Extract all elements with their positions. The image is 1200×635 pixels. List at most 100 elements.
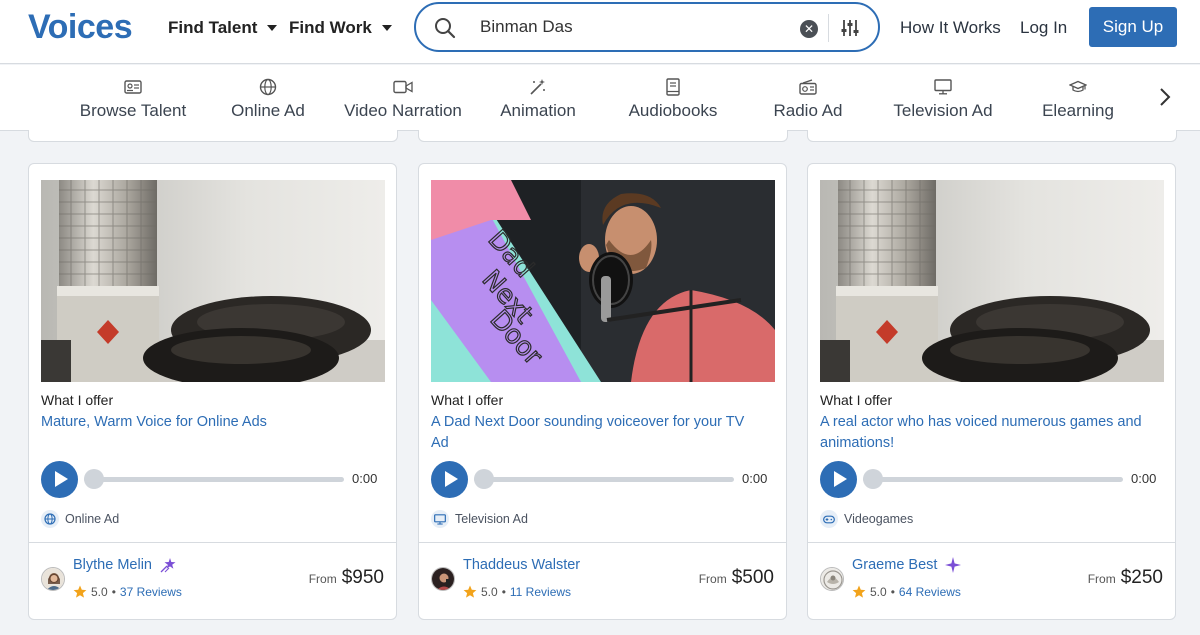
audio-progress-track[interactable] — [84, 477, 344, 482]
price-value: $500 — [731, 567, 774, 588]
audio-time: 0:00 — [1131, 471, 1157, 486]
category-tag-label: Online Ad — [65, 512, 120, 526]
rating: 5.0 • 11 Reviews — [463, 585, 571, 599]
rating-value: 5.0 — [481, 585, 498, 599]
card-divider — [808, 542, 1175, 543]
avatar[interactable] — [820, 567, 844, 591]
talent-name: Graeme Best — [852, 557, 938, 573]
search-bar: ✕ — [414, 2, 880, 52]
sign-up-button[interactable]: Sign Up — [1089, 7, 1177, 47]
category-label: Browse Talent — [79, 101, 187, 120]
rating-separator: • — [111, 585, 116, 599]
log-in-link[interactable]: Log In — [1020, 18, 1067, 38]
shooting-star-icon — [160, 558, 176, 573]
category-browse-talent[interactable]: Browse Talent — [63, 77, 203, 121]
price: From $250 — [1088, 567, 1163, 589]
price-value: $250 — [1120, 567, 1163, 588]
avatar[interactable] — [41, 567, 65, 591]
category-label: Video Narration — [344, 101, 462, 120]
dad-next-door-thumbnail[interactable]: Dad Next Door — [431, 180, 775, 382]
talent-name-link[interactable]: Graeme Best — [852, 557, 962, 573]
find-talent-label: Find Talent — [168, 18, 258, 37]
avatar[interactable] — [431, 567, 455, 591]
monitor-icon — [873, 77, 1013, 97]
how-it-works-link[interactable]: How It Works — [900, 18, 1001, 38]
category-audiobooks[interactable]: Audiobooks — [603, 77, 743, 121]
graduation-cap-icon — [1008, 77, 1148, 97]
rating-separator: • — [501, 585, 506, 599]
talent-card[interactable]: What I offer Mature, Warm Voice for Onli… — [28, 163, 397, 620]
category-tag-label: Television Ad — [455, 512, 528, 526]
category-tag: Videogames — [820, 510, 913, 528]
from-label: From — [308, 572, 337, 586]
reviews-link[interactable]: 37 Reviews — [120, 585, 182, 599]
search-icon[interactable] — [434, 17, 456, 39]
audio-progress-knob[interactable] — [84, 469, 104, 489]
from-label: From — [1087, 572, 1116, 586]
category-online-ad[interactable]: Online Ad — [198, 77, 338, 121]
reviews-link[interactable]: 11 Reviews — [510, 585, 571, 599]
previous-card-edge — [807, 130, 1177, 142]
offer-title-link[interactable]: Mature, Warm Voice for Online Ads — [41, 412, 371, 433]
clear-search-icon[interactable]: ✕ — [800, 20, 818, 38]
previous-card-edge — [28, 130, 398, 142]
talent-name-link[interactable]: Blythe Melin — [73, 557, 178, 573]
audio-progress-knob[interactable] — [474, 469, 494, 489]
radio-icon — [738, 77, 878, 97]
category-label: Animation — [500, 101, 576, 120]
chevron-right-icon[interactable] — [1158, 87, 1172, 107]
find-talent-dropdown[interactable]: Find Talent — [168, 18, 278, 38]
category-video-narration[interactable]: Video Narration — [333, 77, 473, 121]
category-radio-ad[interactable]: Radio Ad — [738, 77, 878, 121]
offer-heading: What I offer — [820, 392, 893, 408]
microphone-thumbnail[interactable] — [41, 180, 385, 382]
rating-value: 5.0 — [870, 585, 887, 599]
category-label: Elearning — [1042, 101, 1114, 120]
search-divider — [828, 14, 829, 42]
id-card-icon — [63, 77, 203, 97]
price: From $950 — [309, 567, 384, 589]
audio-progress-knob[interactable] — [863, 469, 883, 489]
talent-card[interactable]: What I offer A real actor who has voiced… — [807, 163, 1176, 620]
microphone-thumbnail[interactable] — [820, 180, 1164, 382]
audio-progress-track[interactable] — [474, 477, 734, 482]
reviews-link[interactable]: 64 Reviews — [899, 585, 961, 599]
price-value: $950 — [341, 567, 384, 588]
offer-title-link[interactable]: A real actor who has voiced numerous gam… — [820, 412, 1150, 454]
category-animation[interactable]: Animation — [468, 77, 608, 121]
audio-time: 0:00 — [352, 471, 378, 486]
offer-title-link[interactable]: A Dad Next Door sounding voiceover for y… — [431, 412, 761, 454]
card-divider — [419, 542, 786, 543]
globe-icon — [198, 77, 338, 97]
rating: 5.0 • 37 Reviews — [73, 585, 182, 599]
voices-logo[interactable]: Voices — [28, 8, 133, 47]
find-work-dropdown[interactable]: Find Work — [289, 18, 392, 38]
play-button[interactable] — [41, 461, 78, 498]
star-icon — [852, 585, 866, 598]
previous-card-edge — [418, 130, 788, 142]
category-elearning[interactable]: Elearning — [1008, 77, 1148, 121]
monitor-icon — [431, 510, 449, 528]
price: From $500 — [699, 567, 774, 589]
card-divider — [29, 542, 396, 543]
offer-heading: What I offer — [431, 392, 504, 408]
filter-sliders-icon[interactable] — [840, 18, 860, 38]
rating-value: 5.0 — [91, 585, 108, 599]
play-button[interactable] — [431, 461, 468, 498]
play-button[interactable] — [820, 461, 857, 498]
globe-icon — [41, 510, 59, 528]
category-tag: Online Ad — [41, 510, 119, 528]
gamepad-icon — [820, 510, 838, 528]
category-tag-label: Videogames — [844, 512, 914, 526]
rating-separator: • — [890, 585, 895, 599]
audio-progress-track[interactable] — [863, 477, 1123, 482]
category-television-ad[interactable]: Television Ad — [873, 77, 1013, 121]
star-icon — [73, 585, 87, 598]
star-icon — [463, 585, 477, 598]
talent-name-link[interactable]: Thaddeus Walster — [463, 557, 580, 573]
top-navigation-bar: Voices Find Talent Find Work ✕ How It Wo… — [0, 0, 1200, 64]
rating: 5.0 • 64 Reviews — [852, 585, 961, 599]
category-label: Radio Ad — [773, 101, 843, 120]
search-input[interactable] — [480, 16, 800, 38]
talent-card[interactable]: Dad Next Door What I offer A Dad Next Do… — [418, 163, 787, 620]
